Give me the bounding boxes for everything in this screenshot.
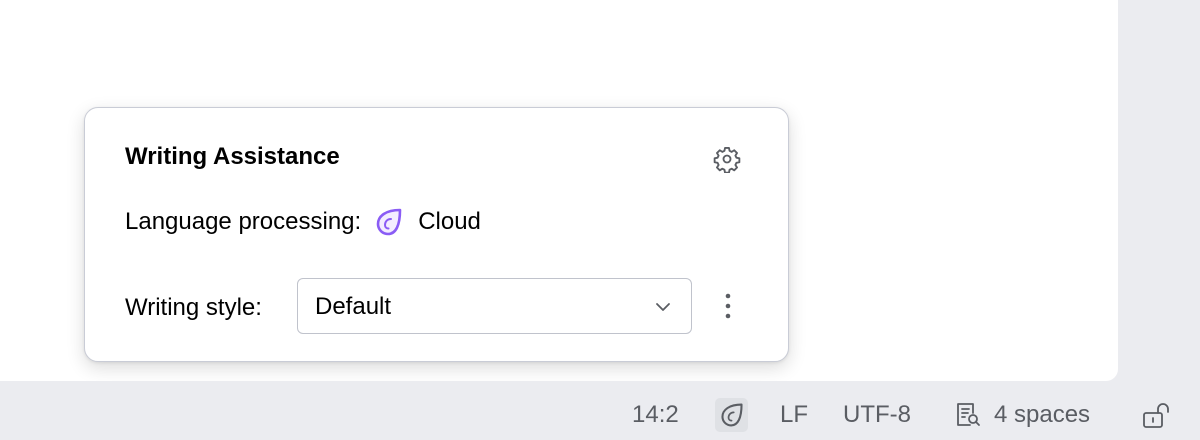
language-processing-label: Language processing:: [125, 208, 362, 235]
language-processing-row: Language processing: Cloud: [125, 206, 481, 238]
caret-position[interactable]: 14:2: [632, 400, 679, 430]
document-search-icon: [954, 401, 982, 429]
vertical-dots-icon: [725, 293, 731, 319]
indent-label: 4 spaces: [994, 401, 1091, 428]
chevron-down-icon: [653, 297, 673, 317]
language-processing-value: Cloud: [418, 208, 481, 235]
grazie-cloud-icon: [374, 207, 404, 237]
grazie-icon: [719, 402, 745, 428]
popup-title: Writing Assistance: [125, 143, 340, 170]
indent-widget[interactable]: 4 spaces: [954, 400, 1090, 430]
writing-style-value: Default: [315, 293, 392, 320]
writing-assistant-widget[interactable]: [715, 398, 748, 432]
writing-style-select[interactable]: Default: [297, 278, 692, 334]
line-separator[interactable]: LF: [780, 400, 808, 430]
gear-icon[interactable]: [711, 143, 743, 175]
writing-style-label: Writing style:: [125, 294, 262, 321]
writing-assistance-popup: Writing Assistance Language processing: …: [84, 107, 789, 362]
file-encoding[interactable]: UTF-8: [843, 400, 911, 430]
more-options-button[interactable]: [713, 288, 743, 324]
unlock-icon[interactable]: [1142, 402, 1174, 432]
